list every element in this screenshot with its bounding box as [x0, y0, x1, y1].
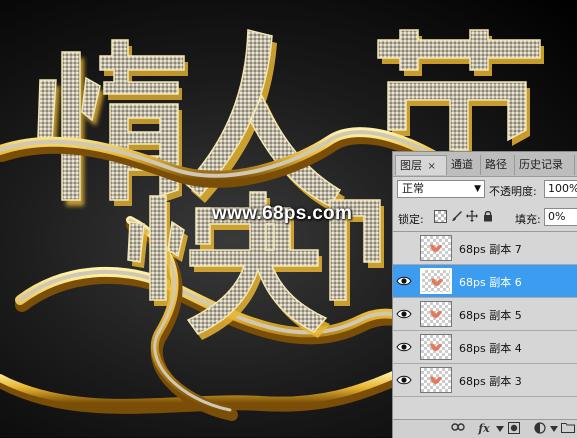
fill-label: 填充: [515, 213, 541, 226]
layer-name: 68ps 副本 6 [459, 276, 522, 289]
layer-row[interactable]: 68ps 副本 3 [393, 364, 577, 397]
mask-icon[interactable] [507, 422, 521, 436]
lock-label: 锁定: [398, 213, 424, 226]
layer-row-selected[interactable]: 68ps 副本 6 [393, 265, 577, 298]
fill-input[interactable]: 0% [544, 208, 577, 226]
lock-icon[interactable] [481, 210, 494, 223]
tab-layers[interactable]: 图层 × [395, 155, 447, 175]
thumbnail-art-icon [431, 278, 443, 286]
adjustment-icon[interactable] [533, 422, 547, 436]
blend-mode-select[interactable]: 正常 ▼ [397, 180, 485, 198]
layer-name: 68ps 副本 4 [459, 342, 522, 355]
layer-thumbnail [420, 268, 452, 294]
opacity-input[interactable]: 100% [544, 180, 577, 198]
thumbnail-art-icon [430, 343, 442, 351]
layer-thumbnail [420, 235, 452, 261]
close-icon[interactable]: × [428, 161, 436, 172]
tab-channels[interactable]: 通道 [447, 155, 481, 175]
watermark-text: www.68ps.com [212, 203, 353, 224]
thumbnail-art-icon [430, 376, 442, 384]
tab-layers-label: 图层 [400, 159, 422, 172]
layer-row[interactable]: 68ps 副本 4 [393, 331, 577, 364]
brush-icon[interactable] [450, 210, 463, 223]
blend-mode-row: 正常 ▼ 不透明度: 100% [393, 177, 577, 203]
blend-mode-value: 正常 [402, 182, 424, 195]
chevron-down-icon[interactable] [493, 422, 507, 436]
thumbnail-art-icon [430, 244, 442, 252]
tab-paths-label: 路径 [485, 158, 507, 171]
layer-thumbnail [420, 367, 452, 393]
layers-list: 68ps 副本 7 68ps 副本 6 68ps 副本 5 68ps 副本 4 … [393, 232, 577, 419]
thumbnail-art-icon [430, 310, 442, 318]
layers-footer: fx [393, 419, 577, 438]
lock-transparent-pixels-icon[interactable] [434, 210, 447, 223]
eye-icon[interactable] [396, 308, 412, 320]
chevron-down-icon: ▼ [474, 184, 481, 194]
layer-name: 68ps 副本 3 [459, 375, 522, 388]
tab-paths[interactable]: 路径 [481, 155, 515, 175]
tab-history-label: 历史记录 [519, 158, 563, 171]
panel-tab-bar: 图层 × 通道 路径 历史记录 [393, 152, 577, 177]
artwork-glyph-qing [37, 39, 188, 206]
layer-name: 68ps 副本 5 [459, 309, 522, 322]
layer-thumbnail [420, 301, 452, 327]
opacity-label: 不透明度: [489, 185, 537, 198]
eye-icon[interactable] [396, 341, 412, 353]
tab-channels-label: 通道 [451, 158, 473, 171]
visibility-toggle-empty[interactable] [396, 240, 412, 256]
layer-row[interactable]: 68ps 副本 7 [393, 232, 577, 265]
folder-icon[interactable] [561, 422, 575, 436]
layer-row[interactable]: 68ps 副本 5 [393, 298, 577, 331]
move-icon[interactable] [465, 210, 478, 223]
chevron-down-icon[interactable] [547, 422, 561, 436]
eye-icon[interactable] [396, 275, 412, 287]
layer-thumbnail [420, 334, 452, 360]
tab-history[interactable]: 历史记录 [515, 155, 575, 175]
layer-name: 68ps 副本 7 [459, 243, 522, 256]
lock-row: 锁定: 填充: 0% [393, 205, 577, 232]
fx-icon[interactable]: fx [477, 422, 491, 436]
link-icon[interactable] [451, 422, 465, 436]
layers-panel: 图层 × 通道 路径 历史记录 正常 ▼ 不透明度: 100% 锁定: 填充: … [392, 151, 577, 438]
eye-icon[interactable] [396, 374, 412, 386]
